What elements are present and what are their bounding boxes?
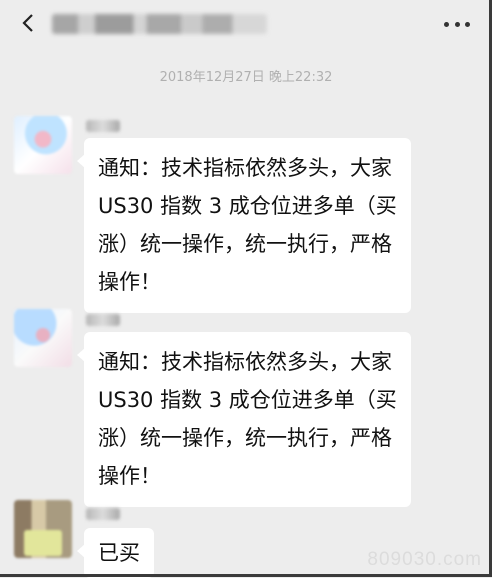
message-line: 已买 [98, 541, 140, 565]
chat-title-redacted [52, 14, 267, 34]
watermark: 809030.com [367, 549, 482, 570]
message-line: 操作！ [98, 464, 161, 488]
message-line: 涨）统一操作，统一执行，严格 [98, 426, 392, 450]
message-line: US30 指数 3 成仓位进多单（买 [98, 388, 397, 412]
chevron-left-icon[interactable] [18, 12, 40, 34]
message-line: 通知：技术指标依然多头，大家 [98, 156, 392, 180]
more-dots-icon[interactable] [444, 16, 470, 32]
avatar[interactable] [14, 500, 72, 558]
sender-name-redacted [86, 314, 120, 326]
message-bubble[interactable]: 通知：技术指标依然多头，大家 US30 指数 3 成仓位进多单（买 涨）统一操作… [77, 138, 411, 313]
message-bubble[interactable]: 已买 [77, 528, 154, 578]
avatar[interactable] [14, 116, 72, 174]
message-line: US30 指数 3 成仓位进多单（买 [98, 194, 397, 218]
message-line: 操作！ [98, 270, 161, 294]
title-bar [0, 0, 492, 48]
sender-name-redacted [86, 508, 120, 520]
message-line: 通知：技术指标依然多头，大家 [98, 350, 392, 374]
sender-name-redacted [86, 120, 120, 132]
message-bubble[interactable]: 通知：技术指标依然多头，大家 US30 指数 3 成仓位进多单（买 涨）统一操作… [77, 332, 411, 507]
avatar[interactable] [14, 309, 72, 367]
message-timestamp: 2018年12月27日 晚上22:32 [159, 70, 333, 85]
message-line: 涨）统一操作，统一执行，严格 [98, 232, 392, 256]
